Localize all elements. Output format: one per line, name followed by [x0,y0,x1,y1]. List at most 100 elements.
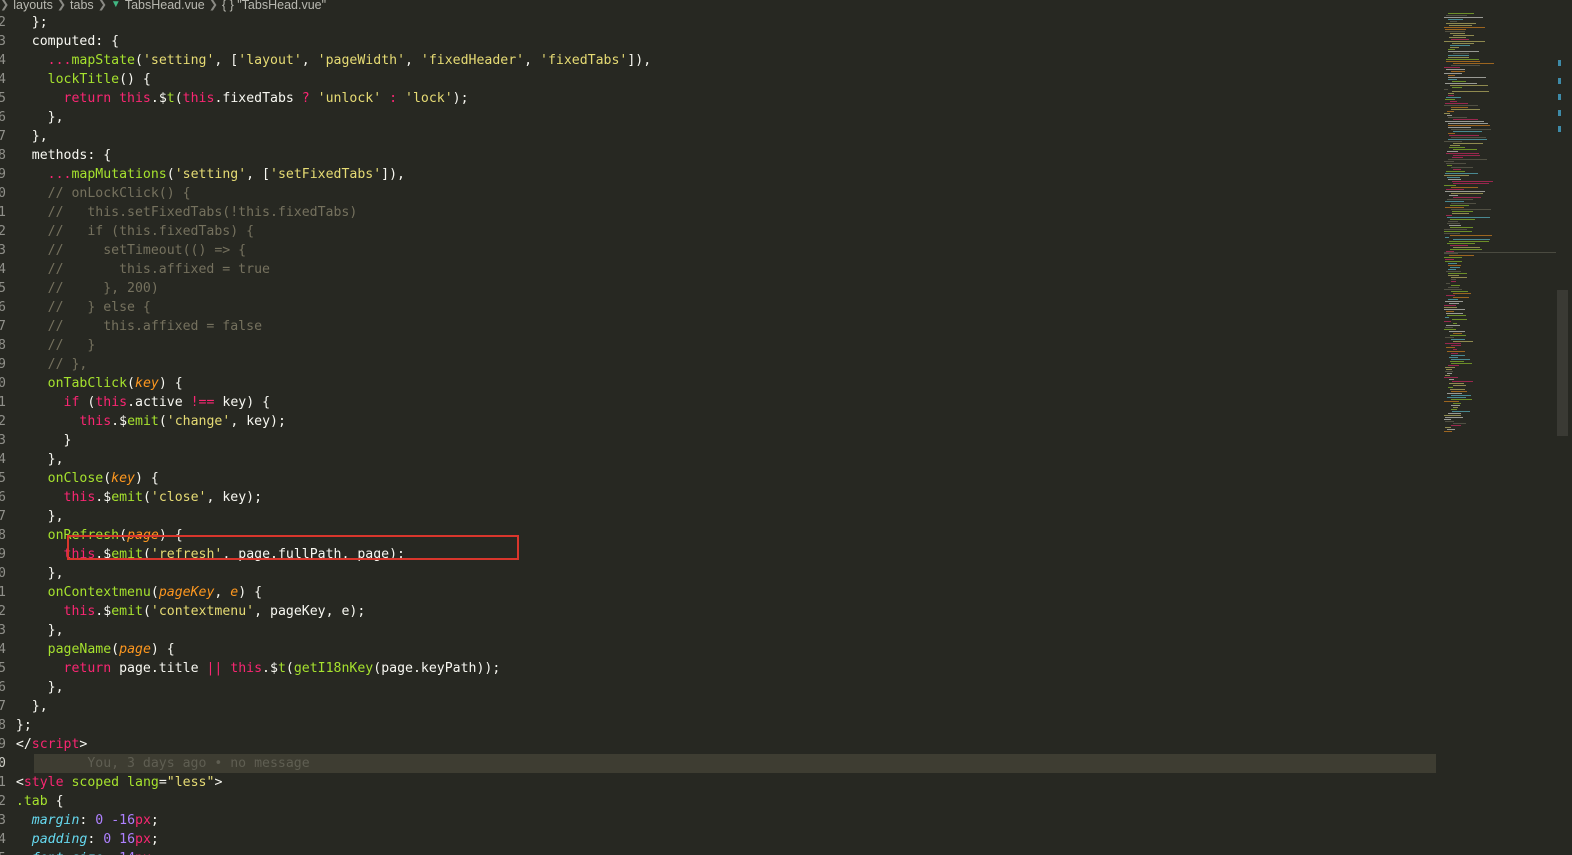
code-line[interactable]: 8 }; [0,716,1436,735]
minimap-line [1453,183,1489,184]
code-line[interactable]: 1 // this.setFixedTabs(!this.fixedTabs) [0,203,1436,222]
code-line[interactable]: 5 // }, 200) [0,279,1436,298]
code-line[interactable]: 7 }, [0,127,1436,146]
code-token: // onLockClick() { [0,186,191,201]
minimap-line [1444,229,1467,230]
code-line[interactable]: 8 methods: { [0,146,1436,165]
code-line[interactable]: 2 }; [0,13,1436,32]
code-line[interactable]: 3 computed: { [0,32,1436,51]
code-line[interactable]: 0 You, 3 days ago • no message [0,754,1436,773]
minimap-line [1445,367,1455,368]
minimap-line [1445,317,1449,318]
code-token: ( [142,604,151,619]
code-token: ) { [158,376,183,391]
code-text: // this.setFixedTabs(!this.fixedTabs) [0,203,358,222]
minimap-line [1446,163,1466,164]
code-line[interactable]: 0 onTabClick(key) { [0,374,1436,393]
minimap-line [1449,225,1461,226]
code-line[interactable]: 6 // } else { [0,298,1436,317]
code-line[interactable]: 6 this.$emit('close', key); [0,488,1436,507]
code-line[interactable]: 4 // this.affixed = true [0,260,1436,279]
scrollbar-thumb[interactable] [1557,290,1568,436]
code-line[interactable]: 4 pageName(page) { [0,640,1436,659]
minimap-line [1450,219,1475,220]
minimap-line [1451,279,1456,280]
minimap-line [1453,119,1478,120]
minimap-line [1446,283,1450,284]
minimap-line [1450,21,1457,22]
code-token: padding [31,832,88,847]
code-line[interactable]: 5 return page.title || this.$t(getI18nKe… [0,659,1436,678]
minimap-line [1446,59,1479,60]
code-line[interactable]: 9 // }, [0,355,1436,374]
code-line[interactable]: 3 } [0,431,1436,450]
code-line[interactable]: 9 ...mapMutations('setting', ['setFixedT… [0,165,1436,184]
code-line[interactable]: 9 </script> [0,735,1436,754]
code-token: .$ [95,490,112,505]
code-token: getI18nKey [293,661,374,676]
minimap-line [1451,137,1486,138]
code-line[interactable]: 7 // this.affixed = false [0,317,1436,336]
code-token: this [222,661,263,676]
minimap-line [1452,91,1489,92]
minimap-line [1447,177,1460,178]
minimap-line [1450,245,1468,246]
code-line[interactable]: 3 margin: 0 -16px; [0,811,1436,830]
code-line[interactable]: 4 lockTitle() { [0,70,1436,89]
minimap-line [1444,289,1462,290]
code-line[interactable]: 7 }, [0,507,1436,526]
code-line[interactable]: 3 }, [0,621,1436,640]
code-line[interactable]: 0 }, [0,564,1436,583]
highlight-annotation-box [67,535,519,560]
code-line[interactable]: 4 ...mapState('setting', ['layout', 'pag… [0,51,1436,70]
code-token: }, [0,509,64,524]
minimap-line [1453,293,1471,294]
code-token: > [79,737,88,752]
minimap-line [1448,365,1459,366]
code-line[interactable]: 5 return this.$t(this.fixedTabs ? 'unloc… [0,89,1436,108]
code-line[interactable]: 4 padding: 0 16px; [0,830,1436,849]
code-line[interactable]: 7 }, [0,697,1436,716]
code-line[interactable]: 0 // onLockClick() { [0,184,1436,203]
breadcrumb-item-layouts[interactable]: layouts [13,0,53,12]
code-line[interactable]: 1 <style scoped lang="less"> [0,773,1436,792]
code-token: this [63,604,96,619]
code-text: // onLockClick() { [0,184,191,203]
code-line[interactable]: 3 // setTimeout(() => { [0,241,1436,260]
code-token: // } else { [0,300,151,315]
breadcrumb-item-file[interactable]: TabsHead.vue [125,0,205,12]
code-line[interactable]: 6 }, [0,108,1436,127]
breadcrumb-item-tabs[interactable]: tabs [70,0,94,12]
minimap-line [1447,397,1466,398]
minimap-line [1451,353,1458,354]
code-token: // this.setFixedTabs(!this.fixedTabs) [0,205,358,220]
minimap-line [1447,315,1466,316]
minimap-line [1444,253,1458,254]
minimap[interactable] [1440,13,1556,453]
code-line[interactable]: 1 if (this.active !== key) { [0,393,1436,412]
breadcrumb-item-symbol[interactable]: { } "TabsHead.vue" [222,0,326,12]
code-token: { [47,794,64,809]
minimap-line [1447,111,1454,112]
chevron-right-icon: ❯ [208,0,218,11]
code-line[interactable]: 4 }, [0,450,1436,469]
minimap-line [1453,349,1457,350]
minimap-line [1445,427,1451,428]
code-line[interactable]: 5 font-size: 14px; [0,849,1436,855]
minimap-line [1451,193,1483,194]
code-editor[interactable]: 2 }; 3 computed: {4 ...mapState('setting'… [0,13,1436,855]
code-line[interactable]: 5 onClose(key) { [0,469,1436,488]
code-line[interactable]: 1 onContextmenu(pageKey, e) { [0,583,1436,602]
code-token: ) { [135,471,159,486]
code-line[interactable]: 2 // if (this.fixedTabs) { [0,222,1436,241]
minimap-line [1448,265,1461,266]
code-line[interactable]: 2 this.$emit('contextmenu', pageKey, e); [0,602,1436,621]
minimap-line [1453,385,1466,386]
code-line[interactable]: 2 .tab { [0,792,1436,811]
code-line[interactable]: 6 }, [0,678,1436,697]
code-line[interactable]: 2 this.$emit('change', key); [0,412,1436,431]
code-line[interactable]: 8 // } [0,336,1436,355]
chevron-right-icon: ❯ [0,0,10,11]
